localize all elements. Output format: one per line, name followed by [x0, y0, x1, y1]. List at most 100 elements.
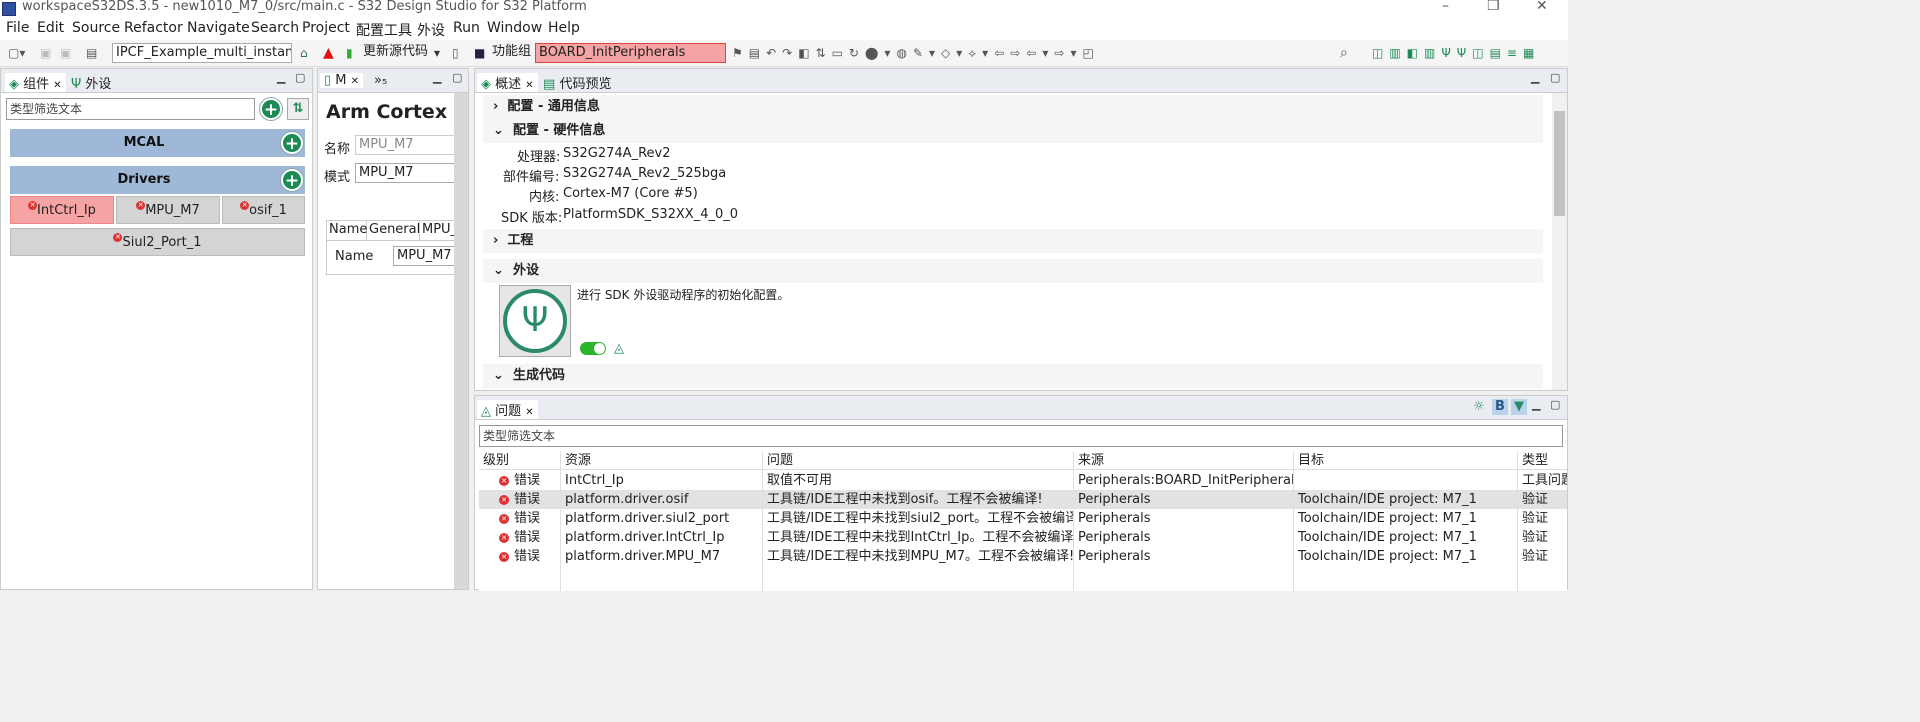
header-type[interactable]: 类型: [1518, 451, 1567, 470]
minimize-icon[interactable]: ▁: [1531, 71, 1539, 84]
table-row[interactable]: ✕ 错误 IntCtrl_Ip 取值不可用 Peripherals:BOARD_Init…: [479, 471, 1567, 490]
component-siul2-port-1[interactable]: ✕ Siul2_Port_1: [10, 228, 305, 256]
component-mpu-m7[interactable]: ✕ MPU_M7: [116, 196, 220, 224]
close-icon[interactable]: ✕: [53, 80, 61, 91]
table-header-mpu[interactable]: MPU_: [420, 221, 455, 240]
peripherals-toggle[interactable]: [580, 342, 606, 355]
home-icon[interactable]: ⌂: [300, 45, 308, 61]
maximize-icon[interactable]: ▢: [295, 71, 305, 84]
group-drivers[interactable]: Drivers: [10, 166, 278, 194]
table-row[interactable]: ✕ 错误 platform.driver.osif 工具链/IDE工程中未找到osif…: [479, 490, 1567, 509]
tab-m-label: M: [335, 73, 347, 88]
tab-peripherals[interactable]: Ψ 外设: [71, 73, 111, 92]
table-header-general[interactable]: General: [367, 221, 420, 240]
b-button[interactable]: B: [1492, 399, 1508, 415]
add-component-button[interactable]: +: [260, 98, 282, 120]
toolbar-icons-group[interactable]: ⚑▤↶↷◧⇅▭↻⬤▾◍✎▾◇▾⟡▾⇦⇨⇦▾⇨▾◰: [732, 45, 1100, 61]
table-header-name[interactable]: Name: [327, 221, 367, 240]
doc-icon: ▯: [324, 73, 332, 88]
close-button[interactable]: ✕: [1536, 0, 1548, 14]
close-icon[interactable]: ✕: [525, 80, 533, 91]
title-bar: workspaceS32DS.3.5 - new1010_M7_0/src/ma…: [0, 0, 1568, 18]
lightbulb-icon[interactable]: ☼: [1473, 399, 1485, 414]
group-drivers-add[interactable]: +: [278, 166, 305, 194]
cell-source: Peripherals:BOARD_InitPeripherals: [1078, 473, 1294, 488]
cell-level: ✕ 错误: [479, 547, 561, 566]
components-filter-input[interactable]: 类型筛选文本: [6, 98, 255, 120]
dropdown-icon[interactable]: ▾: [434, 45, 440, 61]
section-general-info[interactable]: › 配置 - 通用信息: [483, 95, 1543, 119]
menu-edit[interactable]: Edit: [37, 20, 64, 36]
project-combo[interactable]: IPCF_Example_multi_instan‹: [112, 43, 292, 63]
menu-search[interactable]: Search: [251, 20, 299, 36]
menu-source[interactable]: Source: [72, 20, 120, 36]
section-project[interactable]: › 工程: [483, 229, 1543, 253]
group-mcal-label: MCAL: [123, 135, 165, 150]
chip-icon[interactable]: ■: [474, 45, 485, 61]
group-mcal-add[interactable]: +: [278, 129, 305, 157]
maximize-icon[interactable]: ▢: [452, 71, 462, 84]
update-code-icon[interactable]: ▮: [346, 45, 353, 61]
group-mcal[interactable]: MCAL: [10, 129, 278, 157]
hw-processor-value: S32G274A_Rev2: [563, 146, 671, 161]
vertical-scrollbar[interactable]: [454, 93, 468, 589]
close-icon[interactable]: ✕: [351, 76, 359, 87]
menu-window[interactable]: Window: [487, 20, 542, 36]
minimize-icon[interactable]: ▁: [433, 71, 441, 84]
tab-problems[interactable]: ◬ 问题 ✕: [477, 400, 538, 419]
name-field[interactable]: MPU_M7: [355, 135, 455, 155]
row-name-field[interactable]: MPU_M7: [393, 246, 455, 266]
menu-navigate[interactable]: Navigate: [187, 20, 250, 36]
header-level[interactable]: 级别: [479, 451, 561, 470]
menu-config-tools[interactable]: 配置工具: [356, 20, 412, 40]
problems-filter-input[interactable]: 类型筛选文本: [479, 425, 1563, 447]
table-row[interactable]: ✕ 错误 platform.driver.IntCtrl_Ip 工具链/IDE工程中未…: [479, 528, 1567, 547]
close-icon[interactable]: ✕: [525, 407, 533, 418]
header-resource[interactable]: 资源: [561, 451, 763, 470]
vertical-scrollbar[interactable]: [1552, 93, 1567, 390]
tab-code-preview[interactable]: ▤ 代码预览: [543, 73, 611, 92]
menu-bar: File Edit Source Refactor Navigate Searc…: [0, 18, 1568, 40]
table-row[interactable]: ✕ 错误 platform.driver.MPU_M7 工具链/IDE工程中未找到MP…: [479, 547, 1567, 566]
func-group-combo[interactable]: BOARD_InitPeripherals: [535, 43, 726, 63]
filter-icon[interactable]: ▼: [1511, 399, 1527, 415]
save-all-icon[interactable]: ▣: [60, 45, 71, 61]
header-issue[interactable]: 问题: [763, 451, 1074, 470]
header-target[interactable]: 目标: [1294, 451, 1518, 470]
minimize-button[interactable]: –: [1442, 0, 1449, 14]
maximize-icon[interactable]: ▢: [1550, 71, 1560, 84]
perspective-icons[interactable]: ◫▥◧▥ΨΨ◫▤≡▦: [1372, 45, 1540, 61]
section-generate-code[interactable]: ⌄ 生成代码: [483, 364, 1543, 388]
menu-peripherals[interactable]: 外设: [417, 20, 445, 40]
minimize-icon[interactable]: ▁: [1532, 398, 1540, 411]
menu-run[interactable]: Run: [453, 20, 480, 36]
component-osif-1[interactable]: ✕ osif_1: [222, 196, 305, 224]
build-config-icon[interactable]: ▤: [86, 45, 97, 61]
section-hardware-info[interactable]: ⌄ 配置 - 硬件信息: [483, 119, 1543, 143]
menu-project[interactable]: Project: [302, 20, 350, 36]
mode-field[interactable]: MPU_M7: [355, 163, 455, 183]
sort-button[interactable]: ⇅: [287, 98, 309, 120]
menu-help[interactable]: Help: [548, 20, 580, 36]
peripherals-description: 进行 SDK 外设驱动程序的初始化配置。: [577, 288, 790, 302]
minimize-icon[interactable]: ▁: [277, 71, 285, 84]
search-icon[interactable]: ⌕: [1340, 45, 1348, 61]
save-icon[interactable]: ▣: [40, 45, 51, 61]
new-icon[interactable]: ▢▾: [8, 45, 25, 61]
table-row[interactable]: ✕ 错误 platform.driver.siul2_port 工具链/IDE工程中未…: [479, 509, 1567, 528]
file-icon[interactable]: ▯: [452, 45, 459, 61]
tab-overview[interactable]: ◈ 概述 ✕: [477, 73, 538, 92]
more-tabs[interactable]: »₅: [374, 73, 387, 88]
section-peripherals[interactable]: ⌄ 外设: [483, 259, 1543, 283]
error-config-icon[interactable]: ◬: [614, 341, 624, 356]
menu-refactor[interactable]: Refactor: [124, 20, 183, 36]
header-source[interactable]: 来源: [1074, 451, 1294, 470]
maximize-icon[interactable]: ▢: [1550, 398, 1560, 411]
update-code-button[interactable]: 更新源代码: [363, 44, 428, 60]
maximize-button[interactable]: ❐: [1487, 0, 1500, 14]
tab-m[interactable]: ▯ M ✕: [320, 73, 364, 88]
component-intctrl-ip[interactable]: ✕ IntCtrl_Ip: [10, 196, 114, 224]
menu-file[interactable]: File: [6, 20, 29, 36]
warning-icon: ▲: [323, 45, 334, 61]
tab-components[interactable]: ◈ 组件 ✕: [5, 73, 66, 92]
